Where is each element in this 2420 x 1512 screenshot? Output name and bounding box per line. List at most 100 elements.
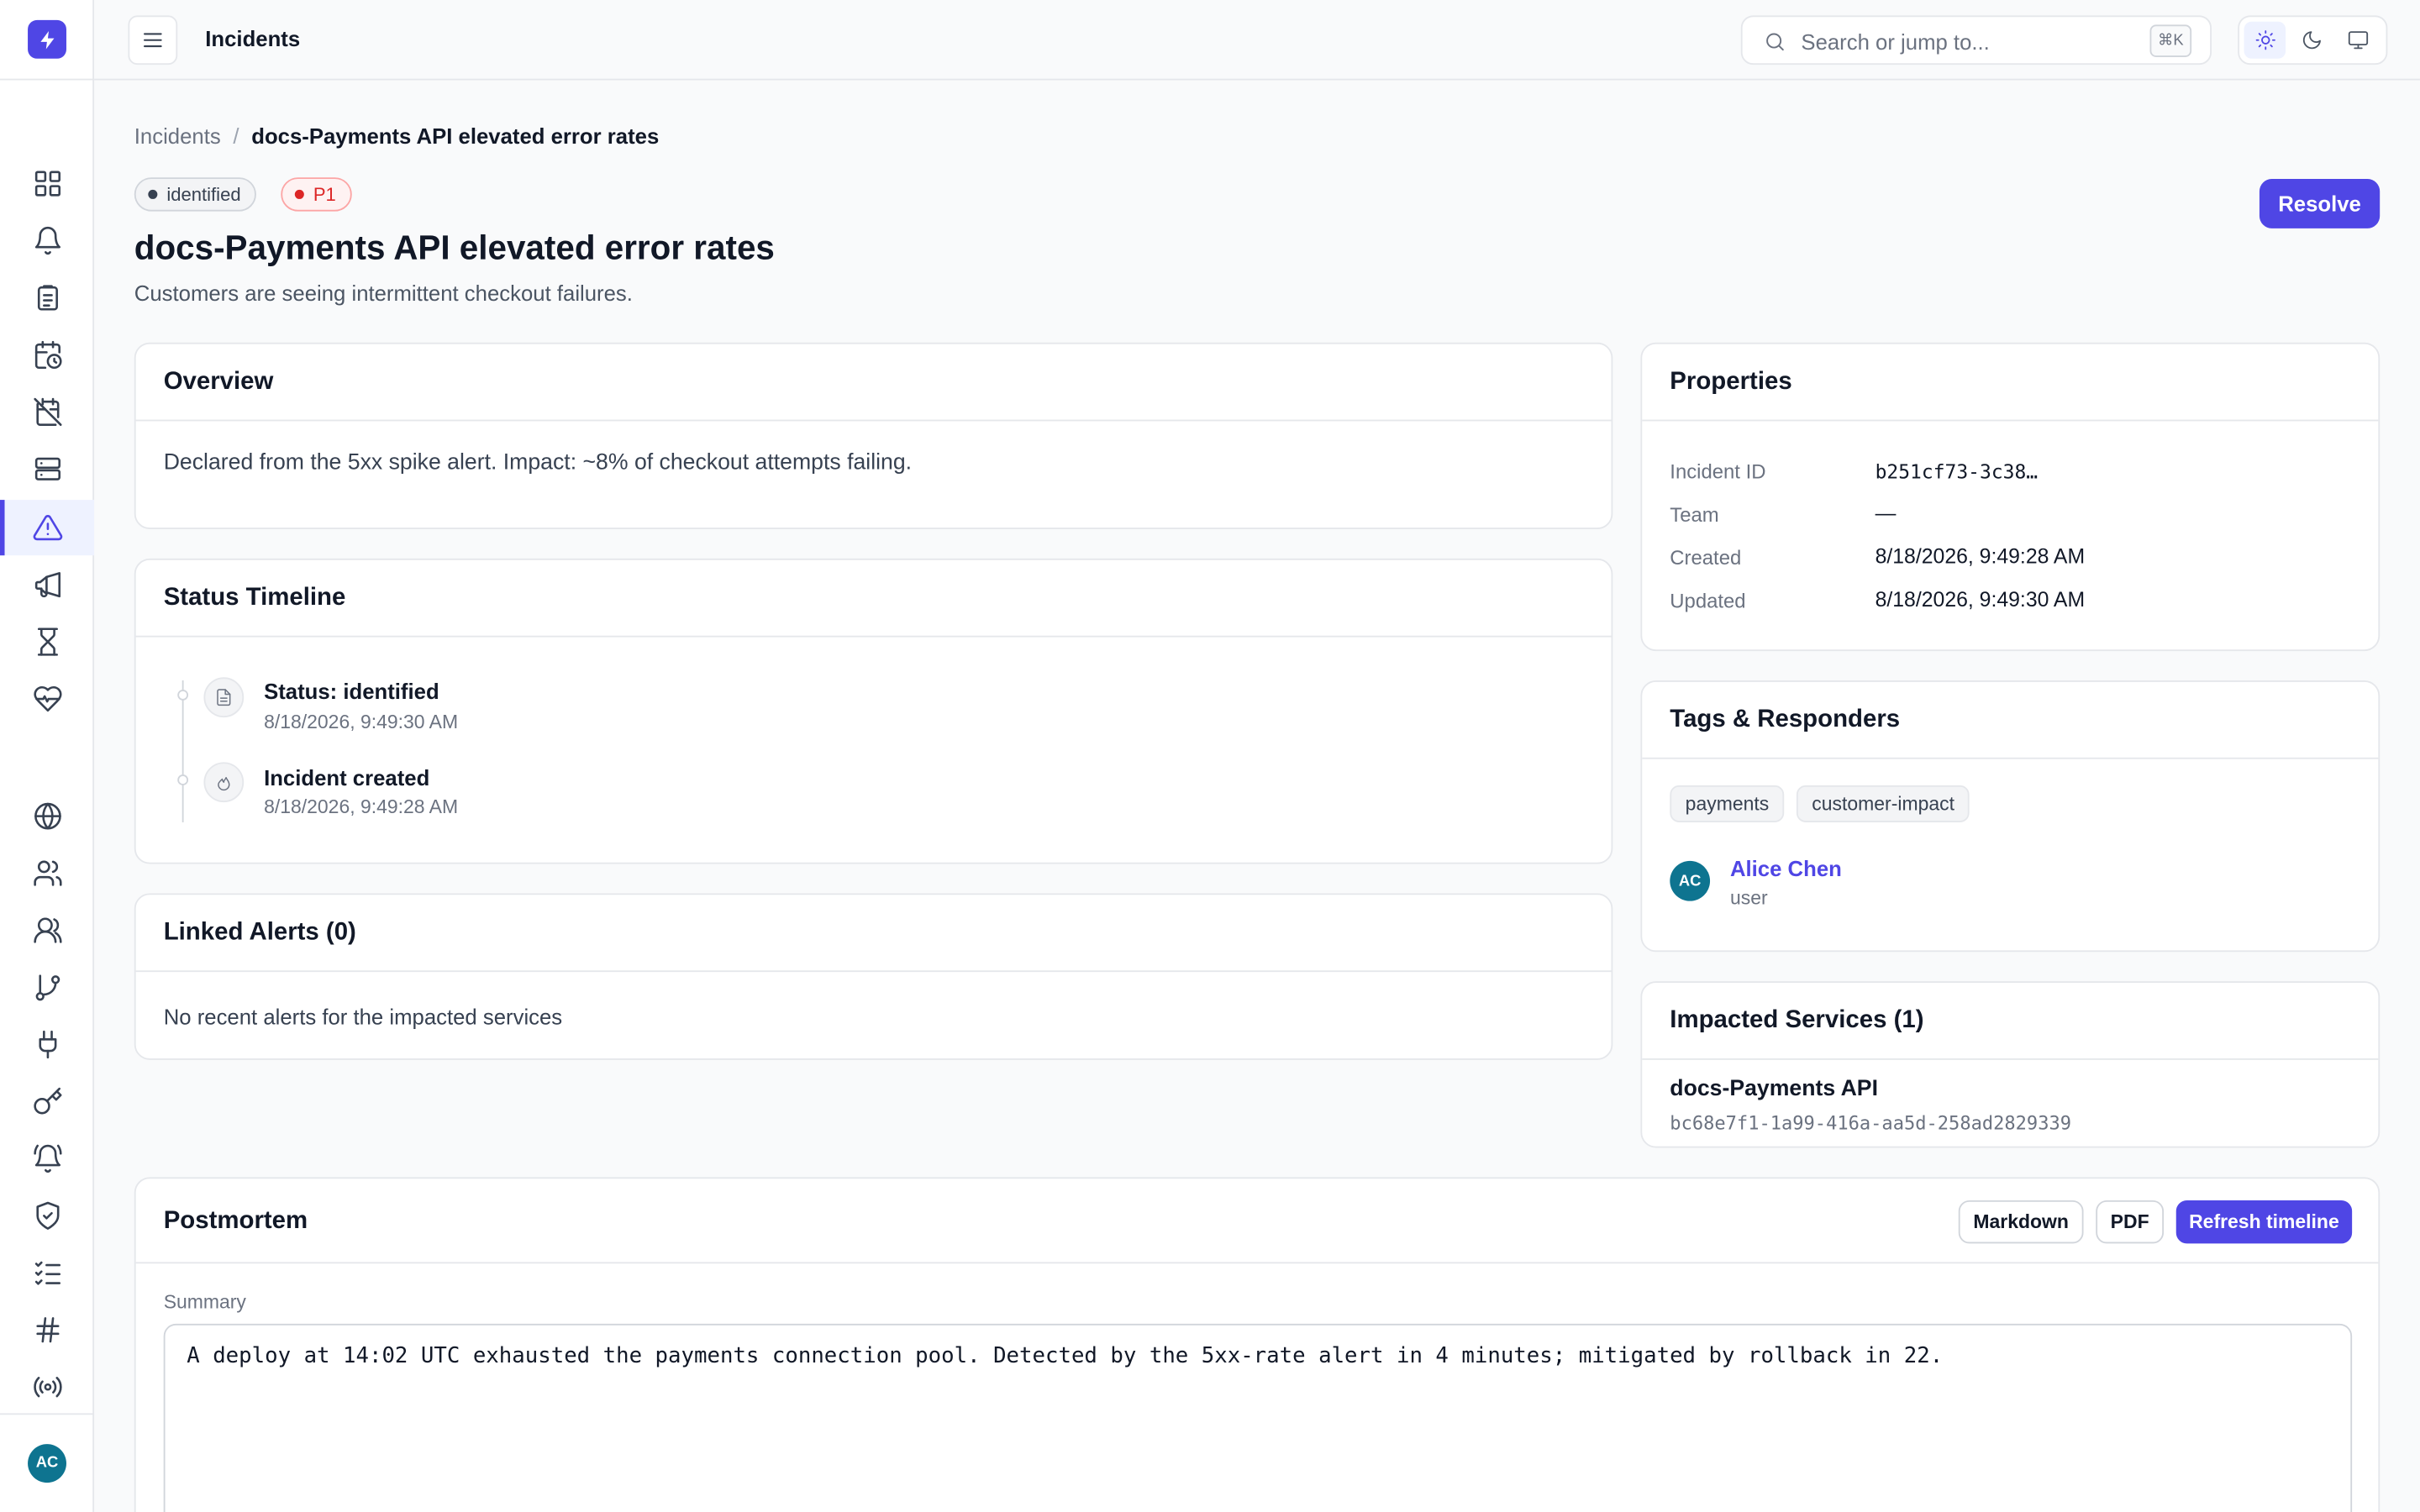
severity-badge-label: P1 [313,183,336,206]
key-icon [33,1087,61,1115]
theme-switcher [2238,15,2388,66]
linked-alerts-title: Linked Alerts (0) [163,919,356,946]
theme-dark-button[interactable] [2291,22,2333,59]
flame-icon [218,776,230,791]
created-value: 8/18/2026, 9:49:28 AM [1875,544,2086,568]
card-header: Linked Alerts (0) [135,895,1612,973]
sidebar-item-incidents[interactable] [0,500,95,556]
team-icon [33,917,61,943]
divider [0,78,95,81]
timeline-event-icon [203,677,245,718]
sidebar-item-alerts[interactable] [0,213,94,268]
sidebar-item-maintenance[interactable] [0,384,94,439]
sidebar-item-runbooks[interactable] [0,1245,94,1300]
card-header: Properties [1642,344,2379,422]
checklist-icon [34,1261,60,1285]
card-header: Status Timeline [135,560,1612,638]
git-branch-icon [34,974,60,1001]
sidebar-item-teams[interactable] [0,902,94,958]
page-description: Customers are seeing intermittent checko… [134,281,633,306]
sidebar: AC [0,0,95,1512]
theme-light-button[interactable] [2244,21,2286,59]
status-dot [148,189,158,199]
breadcrumb-separator: / [233,123,239,149]
search-shortcut-hint: ⌘K [2149,24,2192,57]
menu-toggle-button[interactable] [128,15,178,66]
sidebar-item-tasks[interactable] [0,270,94,325]
sidebar-item-status-pages[interactable] [0,789,94,844]
plug-icon [38,1030,56,1059]
dashboard-icon [34,171,60,197]
summary-textarea[interactable]: A deploy at 14:02 UTC exhausted the paym… [163,1323,2353,1512]
property-label: Incident ID [1670,459,1766,483]
sidebar-item-notifications[interactable] [0,1131,94,1186]
users-icon [33,860,61,886]
search-placeholder: Search or jump to... [1801,29,1990,55]
tag-chip[interactable]: customer-impact [1796,785,1970,822]
timeline-title: Status Timeline [163,585,346,612]
updated-value: 8/18/2026, 9:49:30 AM [1875,587,2086,612]
server-icon [34,457,60,480]
app-logo[interactable] [28,19,66,59]
breadcrumb-incidents-link[interactable]: Incidents [134,123,221,148]
timeline-event-time: 8/18/2026, 9:49:28 AM [264,795,459,818]
sidebar-item-escalations[interactable] [0,959,94,1015]
calendar-off-icon [33,397,61,427]
document-icon [217,689,231,706]
timeline-event-title: Status: identified [264,679,439,704]
status-badge: identified [134,177,256,212]
sidebar-item-users[interactable] [0,846,94,901]
search-input[interactable]: Search or jump to... ⌘K [1740,15,2212,66]
timeline-event-time: 8/18/2026, 9:49:30 AM [264,711,459,733]
card-header: Impacted Services (1) [1642,983,2379,1060]
breadcrumb-current: docs-Payments API elevated error rates [251,123,660,149]
timeline-event-icon [203,762,245,803]
sidebar-item-api-keys[interactable] [0,1074,94,1129]
hash-icon [35,1317,59,1343]
sidebar-item-slo[interactable] [0,614,94,669]
sidebar-item-health[interactable] [0,671,94,727]
moon-icon [2302,31,2321,50]
team-value: — [1875,501,1897,525]
pdf-export-button[interactable]: PDF [2096,1200,2165,1244]
page-title: docs-Payments API elevated error rates [134,228,775,267]
user-avatar[interactable]: AC [28,1444,66,1483]
service-name[interactable]: docs-Payments API [1670,1077,1878,1101]
lightning-icon [39,30,54,49]
incident-id-value[interactable]: b251cf73-3c38… [1876,459,2039,483]
tag-chip[interactable]: payments [1670,785,1785,822]
card-header: Overview [135,344,1612,422]
postmortem-title: Postmortem [163,1208,308,1235]
breadcrumb: Incidents / docs-Payments API elevated err… [134,123,659,148]
postmortem-card: Postmortem Markdown PDF Refresh timeline… [134,1177,2381,1512]
tags-responders-card: Tags & Responders payments customer-impa… [1640,680,2381,953]
timeline-dot [177,690,189,701]
impacted-services-card: Impacted Services (1) docs-Payments API … [1640,981,2381,1148]
hourglass-icon [37,627,58,656]
service-id: bc68e7f1-1a99-416a-aa5d-258ad2829339 [1670,1112,2072,1134]
sidebar-item-services[interactable] [0,441,94,496]
property-label: Created [1670,546,1742,570]
markdown-export-button[interactable]: Markdown [1958,1200,2084,1244]
sidebar-item-channels[interactable] [0,1302,94,1357]
responder-name-link[interactable]: Alice Chen [1730,856,1842,880]
app-root: AC Incidents Search or jump to... ⌘K Inc… [0,0,2420,1512]
sidebar-item-integrations[interactable] [0,1016,94,1072]
timeline-event-title: Incident created [264,765,430,790]
summary-text: A deploy at 14:02 UTC exhausted the paym… [187,1343,1944,1369]
sidebar-item-dashboard[interactable] [0,156,94,212]
bell-icon [34,226,60,255]
sidebar-item-heartbeats[interactable] [0,1359,94,1415]
clipboard-icon [37,285,58,311]
refresh-timeline-button[interactable]: Refresh timeline [2175,1200,2353,1244]
shield-icon [35,1201,59,1230]
theme-system-button[interactable] [2337,22,2379,59]
monitor-icon [2347,31,2368,50]
tags-responders-title: Tags & Responders [1670,706,1901,733]
severity-dot [294,189,304,199]
status-timeline-card: Status Timeline Status: identified 8/18/… [134,558,1613,864]
sidebar-item-announcements[interactable] [0,557,94,612]
sidebar-item-security[interactable] [0,1188,94,1243]
resolve-button[interactable]: Resolve [2259,179,2381,228]
sidebar-item-schedules[interactable] [0,327,94,382]
